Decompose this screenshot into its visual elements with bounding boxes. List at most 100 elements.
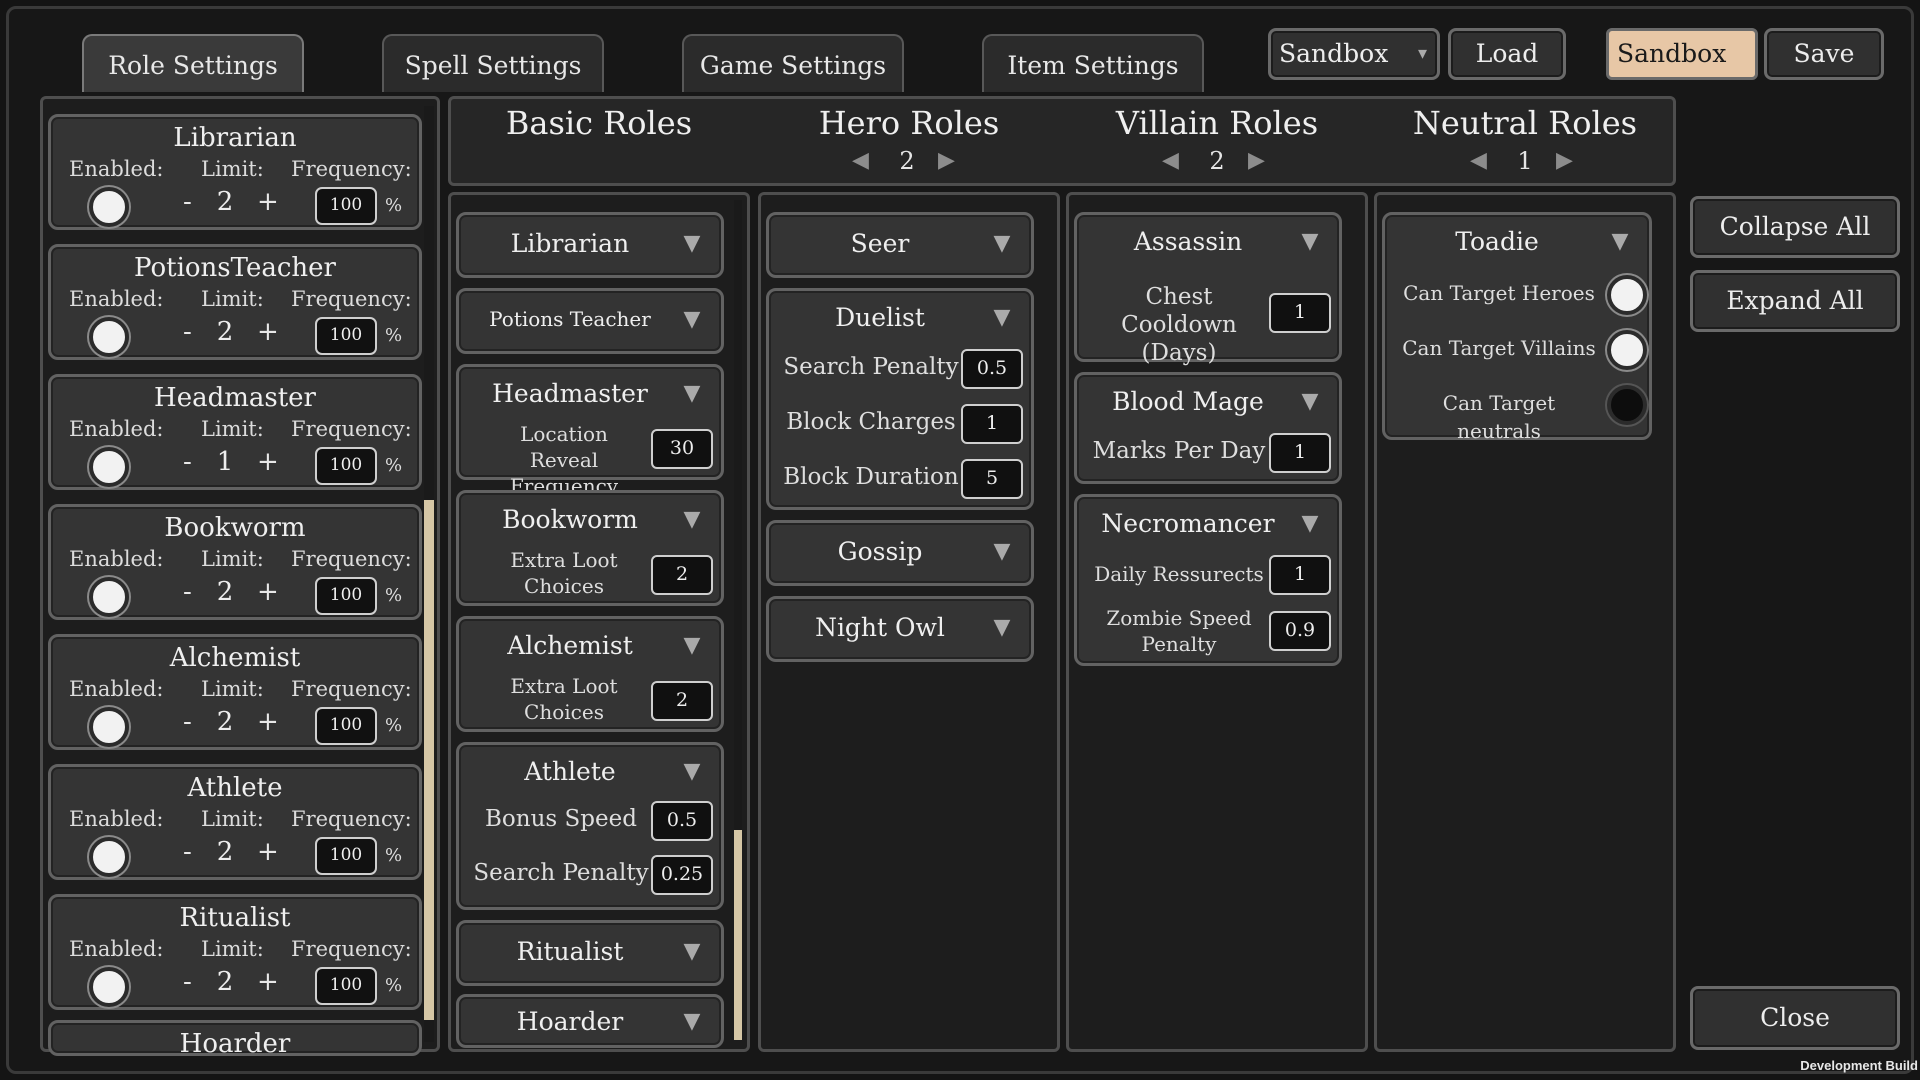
chevron-down-icon[interactable]: ▼	[681, 1009, 703, 1035]
role-card-title: Athlete	[187, 773, 283, 803]
tab-item-settings[interactable]: Item Settings	[982, 34, 1204, 92]
limit-increase-button[interactable]: +	[257, 967, 279, 997]
hero-roles-title: Hero Roles	[818, 104, 1000, 142]
basic-role-card-hoarder[interactable]: Hoarder ▼	[456, 994, 724, 1048]
frequency-input[interactable]: 100	[315, 447, 377, 485]
limit-increase-button[interactable]: +	[257, 187, 279, 217]
villain-decrease-arrow-icon[interactable]: ◀	[1162, 148, 1179, 173]
chevron-down-icon[interactable]: ▼	[681, 507, 703, 533]
chevron-down-icon[interactable]: ▼	[1609, 229, 1631, 255]
chevron-down-icon[interactable]: ▼	[1299, 511, 1321, 537]
villain-role-card-blood-mage[interactable]: Blood Mage ▼ Marks Per Day 1	[1074, 372, 1342, 484]
close-button[interactable]: Close	[1690, 986, 1900, 1050]
hero-role-card-night-owl[interactable]: Night Owl ▼	[766, 596, 1034, 662]
load-button[interactable]: Load	[1448, 28, 1566, 80]
chevron-down-icon[interactable]: ▼	[681, 307, 703, 333]
basic-role-card-potions-teacher[interactable]: Potions Teacher ▼	[456, 288, 724, 354]
limit-decrease-button[interactable]: -	[183, 967, 192, 997]
chevron-down-icon[interactable]: ▼	[991, 231, 1013, 257]
param-value-input[interactable]: 0.5	[651, 801, 713, 841]
frequency-input[interactable]: 100	[315, 317, 377, 355]
limit-increase-button[interactable]: +	[257, 447, 279, 477]
limit-increase-button[interactable]: +	[257, 317, 279, 347]
neutral-roles-title: Neutral Roles	[1412, 104, 1638, 142]
basic-role-card-athlete[interactable]: Athlete ▼ Bonus Speed 0.5 Search Penalty…	[456, 742, 724, 910]
preset-dropdown[interactable]: Sandbox ▾	[1268, 28, 1440, 80]
option-toggle-can-target-villains[interactable]	[1607, 330, 1647, 370]
save-button[interactable]: Save	[1764, 28, 1884, 80]
chevron-down-icon[interactable]: ▼	[681, 633, 703, 659]
param-value-input[interactable]: 1	[1269, 555, 1331, 595]
scrollbar-thumb[interactable]	[424, 500, 434, 1020]
param-value-input[interactable]: 2	[651, 555, 713, 595]
limit-decrease-button[interactable]: -	[183, 577, 192, 607]
neutral-decrease-arrow-icon[interactable]: ◀	[1470, 148, 1487, 173]
param-value-input[interactable]: 0.25	[651, 855, 713, 895]
param-value-input[interactable]: 0.5	[961, 349, 1023, 389]
limit-decrease-button[interactable]: -	[183, 707, 192, 737]
hero-role-card-gossip[interactable]: Gossip ▼	[766, 520, 1034, 586]
frequency-input[interactable]: 100	[315, 707, 377, 745]
percent-label: %	[385, 455, 403, 476]
basic-role-card-bookworm[interactable]: Bookworm ▼ Extra Loot Choices 2	[456, 490, 724, 606]
basic-role-card-headmaster[interactable]: Headmaster ▼ Location Reveal Frequency 3…	[456, 364, 724, 498]
villain-increase-arrow-icon[interactable]: ▶	[1248, 148, 1265, 173]
tab-game-settings[interactable]: Game Settings	[682, 34, 904, 92]
villain-role-card-necromancer[interactable]: Necromancer ▼ Daily Ressurects 1 Zombie …	[1074, 494, 1342, 666]
chevron-down-icon[interactable]: ▼	[991, 615, 1013, 641]
hero-increase-arrow-icon[interactable]: ▶	[938, 148, 955, 173]
frequency-input[interactable]: 100	[315, 577, 377, 615]
enabled-toggle[interactable]	[89, 577, 129, 617]
chevron-down-icon[interactable]: ▼	[991, 539, 1013, 565]
param-value-input[interactable]: 5	[961, 459, 1023, 499]
option-toggle-can-target-neutrals[interactable]	[1607, 385, 1647, 425]
param-value-input[interactable]: 2	[651, 681, 713, 721]
limit-increase-button[interactable]: +	[257, 837, 279, 867]
param-value-input[interactable]: 1	[1269, 293, 1331, 333]
chevron-down-icon[interactable]: ▼	[1299, 389, 1321, 415]
enabled-toggle[interactable]	[89, 837, 129, 877]
chevron-down-icon[interactable]: ▼	[681, 231, 703, 257]
option-toggle-can-target-heroes[interactable]	[1607, 275, 1647, 315]
enabled-toggle[interactable]	[89, 187, 129, 227]
param-value-input[interactable]: 30	[651, 429, 713, 469]
basic-scrollbar-thumb[interactable]	[734, 830, 742, 1040]
hero-decrease-arrow-icon[interactable]: ◀	[852, 148, 869, 173]
percent-label: %	[385, 325, 403, 346]
hero-role-card-seer[interactable]: Seer ▼	[766, 212, 1034, 278]
param-value-input[interactable]: 0.9	[1269, 611, 1331, 651]
tab-role-settings[interactable]: Role Settings	[82, 34, 304, 92]
enabled-toggle[interactable]	[89, 447, 129, 487]
basic-role-card-librarian[interactable]: Librarian ▼	[456, 212, 724, 278]
chevron-down-icon[interactable]: ▼	[681, 381, 703, 407]
villain-role-card-assassin[interactable]: Assassin ▼ Chest Cooldown (Days) 1	[1074, 212, 1342, 366]
preset-name-input[interactable]: Sandbox	[1606, 28, 1758, 80]
param-value-input[interactable]: 1	[1269, 433, 1331, 473]
basic-role-card-ritualist[interactable]: Ritualist ▼	[456, 920, 724, 986]
enabled-toggle[interactable]	[89, 317, 129, 357]
frequency-input[interactable]: 100	[315, 967, 377, 1005]
neutral-increase-arrow-icon[interactable]: ▶	[1556, 148, 1573, 173]
frequency-input[interactable]: 100	[315, 187, 377, 225]
enabled-toggle[interactable]	[89, 967, 129, 1007]
limit-increase-button[interactable]: +	[257, 707, 279, 737]
chevron-down-icon[interactable]: ▼	[681, 759, 703, 785]
frequency-input[interactable]: 100	[315, 837, 377, 875]
chevron-down-icon[interactable]: ▼	[681, 939, 703, 965]
tab-spell-settings[interactable]: Spell Settings	[382, 34, 604, 92]
collapse-all-button[interactable]: Collapse All	[1690, 196, 1900, 258]
hero-role-card-duelist[interactable]: Duelist ▼ Search Penalty 0.5 Block Charg…	[766, 288, 1034, 510]
expand-all-button[interactable]: Expand All	[1690, 270, 1900, 332]
chevron-down-icon[interactable]: ▼	[991, 305, 1013, 331]
limit-decrease-button[interactable]: -	[183, 187, 192, 217]
neutral-role-card-toadie[interactable]: Toadie ▼ Can Target Heroes Can Target Vi…	[1382, 212, 1652, 443]
param-value-input[interactable]: 1	[961, 404, 1023, 444]
chevron-down-icon[interactable]: ▼	[1299, 229, 1321, 255]
limit-decrease-button[interactable]: -	[183, 837, 192, 867]
enabled-toggle[interactable]	[89, 707, 129, 747]
limit-decrease-button[interactable]: -	[183, 447, 192, 477]
basic-role-card-alchemist[interactable]: Alchemist ▼ Extra Loot Choices 2	[456, 616, 724, 732]
limit-increase-button[interactable]: +	[257, 577, 279, 607]
limit-decrease-button[interactable]: -	[183, 317, 192, 347]
limit-value: 2	[216, 837, 234, 867]
